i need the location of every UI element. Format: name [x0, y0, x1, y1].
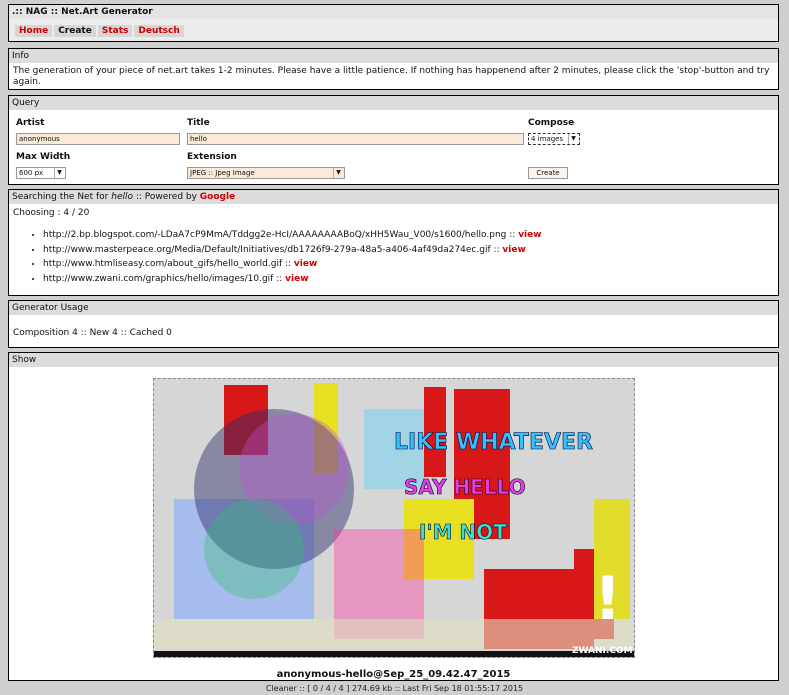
search-panel: Searching the Net for hello :: Powered b… — [8, 189, 779, 296]
compose-label: Compose — [528, 118, 575, 128]
choosing-status: Choosing : 4 / 20 — [13, 208, 90, 218]
result-url: http://2.bp.blogspot.com/-LDaA7cP9MmA/Td… — [43, 230, 507, 240]
show-panel: Show LIKE WHATEVER SAY HELLO I'M NOT ! Z… — [8, 352, 779, 681]
usage-text: Composition 4 :: New 4 :: Cached 0 — [13, 328, 172, 338]
query-heading: Query — [9, 96, 778, 110]
chevron-down-icon: ▼ — [568, 134, 578, 144]
generated-artwork[interactable]: LIKE WHATEVER SAY HELLO I'M NOT ! ZWANI.… — [153, 378, 635, 658]
info-heading: Info — [9, 49, 778, 63]
result-url: http://www.zwani.com/graphics/hello/imag… — [43, 273, 274, 284]
separator: :: — [282, 259, 294, 269]
search-engine: Google — [199, 192, 236, 202]
nav-deutsch[interactable]: Deutsch — [134, 25, 184, 37]
separator: :: — [506, 230, 519, 240]
svg-text:I'M NOT: I'M NOT — [419, 520, 507, 544]
separator: :: — [273, 273, 286, 284]
artwork-watermark: ZWANI.COM — [572, 646, 633, 656]
extension-select[interactable]: JPEG :: Jpeg Image ▼ — [187, 167, 345, 179]
chevron-down-icon: ▼ — [54, 168, 64, 178]
list-item: http://www.masterpeace.org/Media/Default… — [43, 243, 778, 258]
footer-status: Cleaner :: [ 0 / 4 / 4 ] 274.69 kb :: La… — [265, 684, 524, 693]
chevron-down-icon: ▼ — [333, 168, 343, 178]
result-list: http://2.bp.blogspot.com/-LDaA7cP9MmA/Td… — [9, 228, 778, 286]
nav-stats[interactable]: Stats — [97, 25, 133, 37]
view-link[interactable]: view — [294, 259, 317, 269]
extension-label: Extension — [187, 152, 237, 162]
view-link[interactable]: view — [502, 245, 525, 255]
app-title: .:: NAG :: Net.Art Generator — [9, 5, 778, 19]
list-item: http://www.zwani.com/graphics/hello/imag… — [43, 272, 778, 287]
maxwidth-label: Max Width — [16, 152, 71, 162]
svg-text:SAY HELLO: SAY HELLO — [404, 475, 526, 499]
usage-panel: Generator Usage Composition 4 :: New 4 :… — [8, 300, 779, 348]
nav-home[interactable]: Home — [15, 25, 53, 37]
info-panel: Info The generation of your piece of net… — [8, 48, 779, 90]
view-link[interactable]: view — [285, 274, 308, 284]
search-heading: Searching the Net for hello :: Powered b… — [9, 190, 778, 204]
compose-select[interactable]: 4 images ▼ — [528, 133, 580, 145]
title-input[interactable]: hello — [187, 133, 524, 145]
result-url: http://www.htmliseasy.com/about_gifs/hel… — [43, 259, 283, 269]
query-panel: Query Artist Title Compose anonymous hel… — [8, 95, 779, 185]
artist-label: Artist — [16, 118, 45, 128]
artwork-caption: anonymous-hello@Sep_25_09.42.47_2015 — [276, 669, 511, 680]
search-term: hello — [111, 192, 133, 202]
maxwidth-value: 600 px — [19, 169, 44, 177]
artwork-collage: LIKE WHATEVER SAY HELLO I'M NOT ! ZWANI.… — [154, 379, 634, 657]
info-text: The generation of your piece of net.art … — [13, 66, 770, 87]
search-heading-mid: :: Powered by — [132, 192, 200, 202]
view-link[interactable]: view — [518, 230, 541, 240]
svg-text:!: ! — [594, 564, 621, 634]
list-item: http://www.htmliseasy.com/about_gifs/hel… — [43, 257, 778, 272]
extension-value: JPEG :: Jpeg Image — [190, 169, 255, 177]
artist-input[interactable]: anonymous — [16, 133, 180, 145]
compose-value: 4 images — [531, 135, 564, 143]
main-nav: Home Create Stats Deutsch — [15, 25, 184, 37]
svg-text:LIKE WHATEVER: LIKE WHATEVER — [394, 430, 593, 455]
title-label: Title — [187, 118, 210, 128]
show-heading: Show — [9, 353, 778, 367]
separator: :: — [490, 244, 503, 255]
usage-heading: Generator Usage — [9, 301, 778, 315]
maxwidth-select[interactable]: 600 px ▼ — [16, 167, 66, 179]
header-panel: .:: NAG :: Net.Art Generator Home Create… — [8, 4, 779, 42]
create-button[interactable]: Create — [528, 167, 568, 179]
result-url: http://www.masterpeace.org/Media/Default… — [43, 244, 491, 255]
list-item: http://2.bp.blogspot.com/-LDaA7cP9MmA/Td… — [43, 228, 778, 243]
nav-create[interactable]: Create — [54, 25, 96, 37]
search-heading-prefix: Searching the Net for — [12, 192, 112, 202]
